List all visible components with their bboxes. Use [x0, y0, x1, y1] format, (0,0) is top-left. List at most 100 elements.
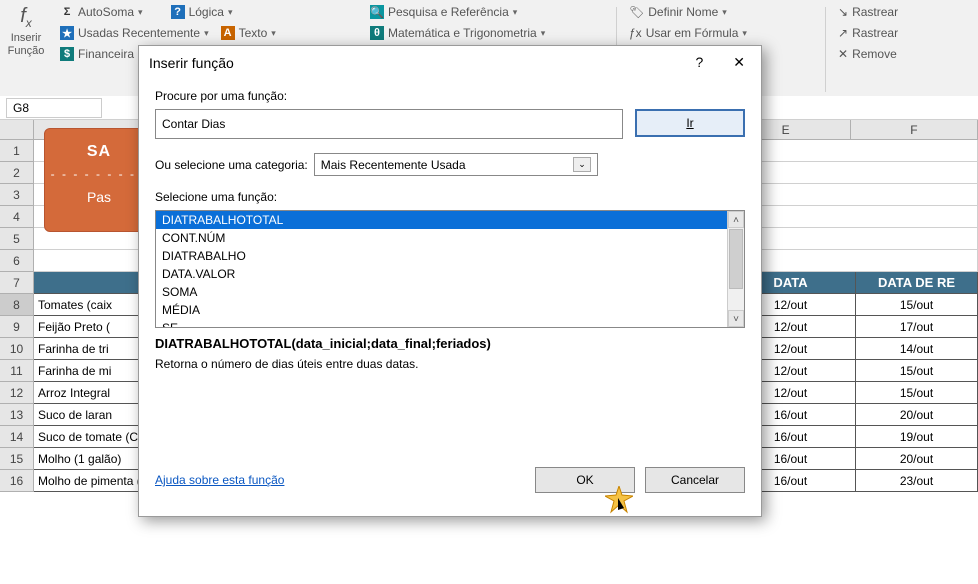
- money-icon: $: [60, 47, 74, 61]
- recent-button[interactable]: ★ Usadas Recentemente ▾: [58, 24, 211, 42]
- chevron-down-icon: ▾: [138, 7, 143, 18]
- chevron-down-icon: ▾: [513, 7, 518, 18]
- use-formula-button[interactable]: ƒxUsar em Fórmula▾: [627, 24, 749, 42]
- remove-arrows-button[interactable]: ✕ Remove: [836, 45, 899, 63]
- cell[interactable]: 20/out: [856, 448, 978, 470]
- autosum-button[interactable]: Σ AutoSoma ▾: [58, 3, 145, 21]
- scrollbar[interactable]: ˄ ˅: [727, 211, 744, 327]
- remove-arrows-label: Remove: [852, 47, 897, 61]
- row-header[interactable]: 3: [0, 184, 34, 206]
- lookup-label: Pesquisa e Referência: [388, 5, 509, 19]
- category-label: Ou selecione uma categoria:: [155, 158, 308, 172]
- function-item[interactable]: CONT.NÚM: [156, 229, 727, 247]
- dialog-title: Inserir função: [149, 55, 234, 71]
- callout-title: SA: [45, 143, 153, 161]
- row-header[interactable]: 10: [0, 338, 34, 360]
- search-input[interactable]: [155, 109, 623, 139]
- fx-icon: fx: [4, 5, 48, 30]
- dialog-titlebar: Inserir função ? ✕: [139, 46, 761, 79]
- row-header[interactable]: 12: [0, 382, 34, 404]
- financial-button[interactable]: $Financeira▾: [58, 45, 145, 63]
- function-item[interactable]: SOMA: [156, 283, 727, 301]
- define-name-label: Definir Nome: [648, 5, 718, 19]
- trace-dependents-button[interactable]: ↗Rastrear: [836, 24, 900, 42]
- define-name-button[interactable]: 🏷Definir Nome▾: [627, 3, 729, 21]
- row-header[interactable]: 14: [0, 426, 34, 448]
- trace-prec-label: Rastrear: [852, 5, 898, 19]
- callout-sub: Pas: [45, 189, 153, 205]
- scroll-thumb[interactable]: [729, 229, 743, 289]
- help-link[interactable]: Ajuda sobre esta função: [155, 473, 284, 487]
- cell[interactable]: 20/out: [856, 404, 978, 426]
- row-header[interactable]: 7: [0, 272, 34, 294]
- autosum-label: AutoSoma: [78, 5, 134, 19]
- row-header[interactable]: 15: [0, 448, 34, 470]
- cell[interactable]: 17/out: [856, 316, 978, 338]
- chevron-down-icon: ⌄: [573, 157, 591, 172]
- logic-button[interactable]: ?Lógica▾: [169, 3, 235, 21]
- insert-function-dialog: Inserir função ? ✕ Procure por uma funçã…: [138, 45, 762, 517]
- trace-precedents-button[interactable]: ↘Rastrear: [836, 3, 900, 21]
- scroll-up-icon[interactable]: ˄: [728, 211, 744, 228]
- row-header[interactable]: 2: [0, 162, 34, 184]
- star-icon: ★: [60, 26, 74, 40]
- cancel-button[interactable]: Cancelar: [645, 467, 745, 493]
- row-header[interactable]: 6: [0, 250, 34, 272]
- cell[interactable]: 19/out: [856, 426, 978, 448]
- callout-dots: - - - - - - - - -: [45, 167, 153, 181]
- cell[interactable]: 15/out: [856, 294, 978, 316]
- chevron-down-icon: ▾: [204, 28, 209, 39]
- function-item[interactable]: SE: [156, 319, 727, 327]
- function-item[interactable]: DIATRABALHO: [156, 247, 727, 265]
- row-header[interactable]: 4: [0, 206, 34, 228]
- ok-button[interactable]: OK: [535, 467, 635, 493]
- row-header[interactable]: 11: [0, 360, 34, 382]
- math-label: Matemática e Trigonometria: [388, 26, 537, 40]
- function-item[interactable]: DATA.VALOR: [156, 265, 727, 283]
- select-all-corner[interactable]: [0, 120, 34, 139]
- col-title-recv: DATA DE RE: [856, 272, 978, 294]
- function-description: Retorna o número de dias úteis entre dua…: [155, 357, 745, 371]
- math-button[interactable]: θ Matemática e Trigonometria ▾: [368, 24, 547, 42]
- recent-label: Usadas Recentemente: [78, 26, 200, 40]
- go-label: Ir: [686, 116, 693, 130]
- function-listbox[interactable]: DIATRABALHOTOTALCONT.NÚMDIATRABALHODATA.…: [155, 210, 745, 328]
- lookup-button[interactable]: 🔍Pesquisa e Referência▾: [368, 3, 519, 21]
- row-header[interactable]: 16: [0, 470, 34, 492]
- cell[interactable]: 15/out: [856, 360, 978, 382]
- trace-dep-label: Rastrear: [852, 26, 898, 40]
- cell[interactable]: 14/out: [856, 338, 978, 360]
- chevron-down-icon: ▾: [722, 7, 727, 18]
- chevron-down-icon: ▾: [271, 28, 276, 39]
- function-item[interactable]: MÉDIA: [156, 301, 727, 319]
- function-item[interactable]: DIATRABALHOTOTAL: [156, 211, 727, 229]
- text-label: Texto: [239, 26, 268, 40]
- theta-icon: θ: [370, 26, 384, 40]
- row-header[interactable]: 8: [0, 294, 34, 316]
- cell[interactable]: 15/out: [856, 382, 978, 404]
- function-list-label: Selecione uma função:: [155, 190, 745, 204]
- close-icon[interactable]: ✕: [727, 54, 751, 71]
- cell[interactable]: 23/out: [856, 470, 978, 492]
- category-value: Mais Recentemente Usada: [321, 158, 466, 172]
- insert-function-label: Inserir Função: [4, 32, 48, 58]
- financial-label: Financeira: [78, 47, 134, 61]
- remove-arrows-icon: ✕: [838, 47, 848, 61]
- scroll-down-icon[interactable]: ˅: [728, 310, 744, 327]
- help-icon[interactable]: ?: [689, 54, 709, 71]
- row-header[interactable]: 13: [0, 404, 34, 426]
- chevron-down-icon: ▾: [742, 28, 747, 39]
- fx-small-icon: ƒx: [629, 26, 642, 40]
- row-header[interactable]: 9: [0, 316, 34, 338]
- sigma-icon: Σ: [60, 5, 74, 19]
- col-header-f[interactable]: F: [851, 120, 978, 139]
- insert-function-large[interactable]: fx Inserir Função: [0, 3, 52, 96]
- function-signature: DIATRABALHOTOTAL(data_inicial;data_final…: [155, 336, 745, 351]
- name-box[interactable]: G8: [6, 98, 102, 118]
- row-header[interactable]: 5: [0, 228, 34, 250]
- category-select[interactable]: Mais Recentemente Usada ⌄: [314, 153, 598, 176]
- go-button[interactable]: Ir: [635, 109, 745, 137]
- row-header[interactable]: 1: [0, 140, 34, 162]
- text-button[interactable]: ATexto▾: [219, 24, 278, 42]
- chevron-down-icon: ▾: [541, 28, 546, 39]
